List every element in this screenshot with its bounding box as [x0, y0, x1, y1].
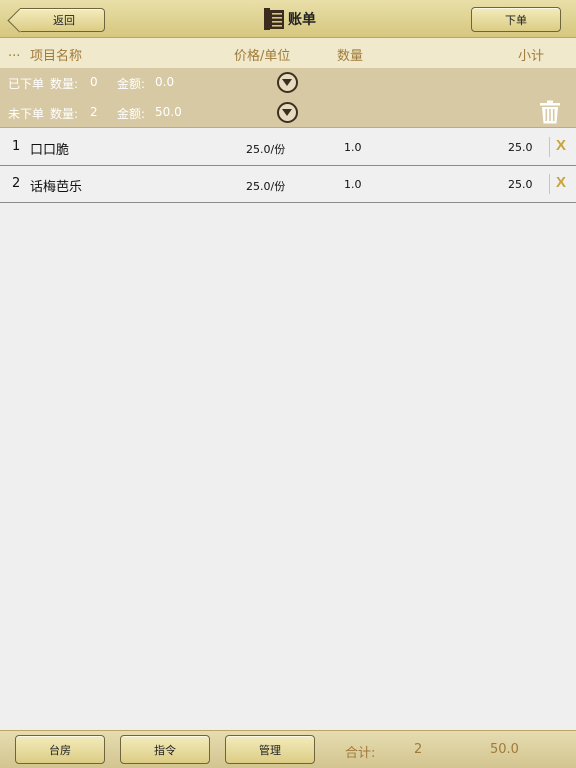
item-price: 25.0/份 [246, 180, 286, 193]
trash-icon[interactable] [539, 100, 561, 124]
pending-qty: 2 [90, 105, 98, 119]
total-amount: 50.0 [490, 742, 519, 757]
page-title: 账单 [262, 7, 316, 31]
column-subtotal: 小计 [518, 49, 545, 64]
back-button-label: 返回 [53, 14, 75, 27]
row-divider [549, 137, 550, 157]
ordered-amount-label: 金额: [117, 77, 146, 91]
book-icon [264, 8, 284, 30]
row-divider [549, 174, 550, 194]
pending-label: 未下单 [8, 107, 45, 121]
back-arrow-icon [7, 8, 32, 33]
expand-ordered-chevron-icon[interactable] [277, 72, 298, 93]
item-price: 25.0/份 [246, 143, 286, 156]
item-index: 2 [12, 176, 21, 191]
ordered-amount: 0.0 [155, 75, 175, 89]
item-subtotal: 25.0 [508, 141, 533, 154]
item-quantity: 1.0 [344, 141, 362, 154]
bottom-bar: 台房 指令 管理 合计: 2 50.0 [0, 730, 576, 768]
pending-qty-label: 数量: [50, 107, 79, 121]
column-quantity: 数量 [337, 49, 364, 64]
pending-amount: 50.0 [155, 105, 182, 119]
item-index: 1 [12, 139, 21, 154]
total-count: 2 [414, 742, 423, 757]
item-name: 话梅芭乐 [30, 180, 83, 195]
manage-button[interactable]: 管理 [225, 735, 315, 764]
expand-pending-chevron-icon[interactable] [277, 102, 298, 123]
back-button[interactable]: 返回 [7, 8, 105, 33]
remove-item-close-icon[interactable]: X [556, 137, 566, 154]
item-name: 口口脆 [30, 143, 70, 158]
page-title-text: 账单 [288, 12, 316, 28]
commands-button[interactable]: 指令 [120, 735, 210, 764]
ordered-qty: 0 [90, 75, 98, 89]
rooms-button[interactable]: 台房 [15, 735, 105, 764]
item-quantity: 1.0 [344, 178, 362, 191]
list-item[interactable]: 1 口口脆 25.0/份 1.0 25.0 X [0, 129, 576, 166]
item-subtotal: 25.0 [508, 178, 533, 191]
place-order-button[interactable]: 下单 [471, 7, 561, 32]
ordered-qty-label: 数量: [50, 77, 79, 91]
column-more: ... [8, 45, 21, 60]
column-price-unit: 价格/单位 [234, 49, 291, 64]
total-label: 合计: [345, 746, 376, 761]
ordered-label: 已下单 [8, 77, 45, 91]
remove-item-close-icon[interactable]: X [556, 174, 566, 191]
list-item[interactable]: 2 话梅芭乐 25.0/份 1.0 25.0 X [0, 166, 576, 203]
top-bar: 返回 账单 下单 [0, 0, 576, 38]
pending-amount-label: 金额: [117, 107, 146, 121]
column-item-name: 项目名称 [30, 49, 83, 64]
column-header: ... 项目名称 价格/单位 数量 小计 [0, 38, 576, 68]
